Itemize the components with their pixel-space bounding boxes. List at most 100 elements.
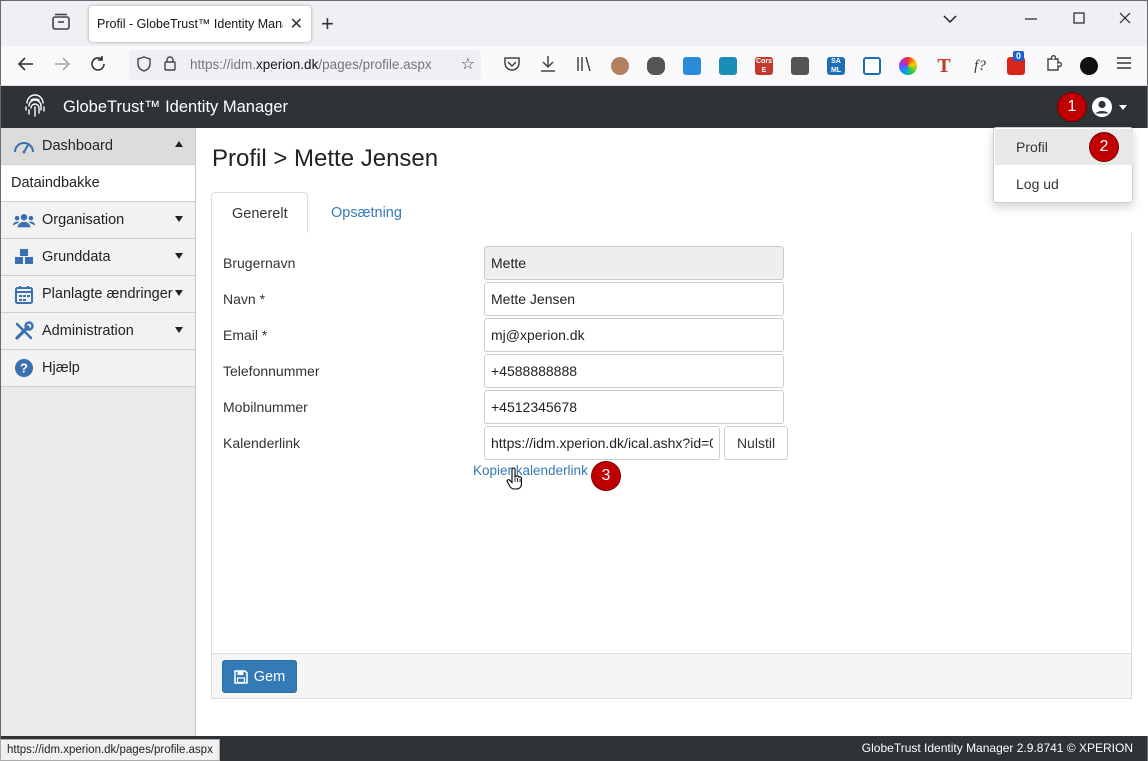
url-domain: xperion.dk bbox=[256, 57, 319, 72]
dns-extension-icon[interactable] bbox=[863, 57, 881, 75]
user-circle-icon bbox=[1092, 97, 1112, 117]
form-row-mobile: Mobilnummer bbox=[223, 390, 823, 424]
close-window-icon[interactable] bbox=[1119, 11, 1131, 29]
help-icon: ? bbox=[13, 358, 35, 378]
sidebar-item-label: Dashboard bbox=[42, 138, 113, 154]
form-footer: Gem bbox=[212, 653, 1131, 698]
profile-avatar-icon[interactable] bbox=[611, 57, 629, 75]
form-row-calendar: Kalenderlink Nulstil bbox=[223, 426, 823, 460]
reload-icon[interactable] bbox=[89, 55, 107, 78]
extension-badge-count: 0 bbox=[1013, 51, 1025, 61]
phone-field[interactable] bbox=[484, 354, 784, 388]
version-text: GlobeTrust Identity Manager 2.9.8741 © X… bbox=[861, 741, 1133, 755]
url-path: /pages/profile.aspx bbox=[318, 57, 432, 72]
app-title[interactable]: GlobeTrust™ Identity Manager bbox=[63, 98, 288, 117]
svg-text:?: ? bbox=[20, 361, 28, 376]
callout-badge-3: 3 bbox=[592, 462, 620, 490]
sidebar-item-hjaelp[interactable]: ? Hjælp bbox=[1, 350, 195, 387]
callout-badge-1: 1 bbox=[1058, 93, 1086, 121]
download-icon[interactable] bbox=[539, 55, 557, 78]
phone-label: Telefonnummer bbox=[223, 363, 320, 379]
cubes-icon bbox=[13, 247, 35, 267]
maximize-icon[interactable] bbox=[1073, 11, 1085, 29]
function-extension-icon[interactable]: f? bbox=[971, 57, 989, 75]
text-extension-icon[interactable]: T bbox=[935, 56, 953, 76]
calendar-link-label: Kalenderlink bbox=[223, 435, 301, 451]
mobile-label: Mobilnummer bbox=[223, 399, 308, 415]
shield-icon[interactable] bbox=[137, 56, 151, 75]
minimize-icon[interactable] bbox=[1025, 11, 1037, 29]
floppy-disk-icon bbox=[233, 669, 248, 684]
new-tab-icon[interactable]: + bbox=[321, 11, 334, 37]
sidebar-item-label: Dataindbakke bbox=[11, 175, 100, 191]
sidebar-item-label: Administration bbox=[42, 323, 134, 339]
email-field[interactable] bbox=[484, 318, 784, 352]
caret-down-icon bbox=[175, 216, 183, 222]
form-row-name: Navn * bbox=[223, 282, 823, 316]
sidebar-item-planlagte-aendringer[interactable]: Planlagte ændringer bbox=[1, 276, 195, 313]
caret-down-icon bbox=[175, 290, 183, 296]
library-icon[interactable] bbox=[575, 55, 595, 78]
ublock-icon[interactable] bbox=[791, 57, 809, 75]
mobile-field[interactable] bbox=[484, 390, 784, 424]
forward-icon[interactable] bbox=[53, 55, 71, 78]
hamburger-menu-icon[interactable] bbox=[1116, 55, 1132, 76]
browser-tab-title: Profil - GlobeTrust™ Identity Manag bbox=[97, 17, 283, 31]
username-field[interactable] bbox=[484, 246, 784, 280]
browser-toolbar: https://idm.xperion.dk/pages/profile.asp… bbox=[0, 46, 1148, 86]
name-field[interactable] bbox=[484, 282, 784, 316]
pocket-icon[interactable] bbox=[503, 55, 521, 78]
save-button[interactable]: Gem bbox=[222, 660, 297, 693]
saml-extension-icon[interactable]: SA ML bbox=[827, 57, 845, 75]
url-bar[interactable]: https://idm.xperion.dk/pages/profile.asp… bbox=[129, 50, 481, 80]
close-tab-icon[interactable]: ✕ bbox=[290, 14, 303, 34]
gauge-icon bbox=[13, 136, 35, 156]
browser-tab[interactable]: Profil - GlobeTrust™ Identity Manag ✕ bbox=[89, 6, 311, 42]
sidebar-item-label: Planlagte ændringer bbox=[42, 286, 173, 302]
turtle-extension-icon[interactable] bbox=[647, 57, 665, 75]
sidebar-item-grunddata[interactable]: Grunddata bbox=[1, 239, 195, 276]
chevron-down-icon[interactable] bbox=[943, 11, 957, 28]
back-icon[interactable] bbox=[17, 55, 35, 78]
browser-tab-bar: Profil - GlobeTrust™ Identity Manag ✕ + bbox=[0, 0, 1148, 46]
caret-up-icon bbox=[175, 141, 183, 147]
form-row-phone: Telefonnummer bbox=[223, 354, 823, 388]
hand-pointer-icon bbox=[506, 467, 522, 490]
tab-overview-icon[interactable] bbox=[51, 13, 73, 33]
url-prefix: https://idm. bbox=[190, 57, 257, 72]
form-row-username: Brugernavn bbox=[223, 246, 823, 280]
dark-extension-icon[interactable] bbox=[1080, 57, 1098, 75]
sidebar-item-label: Hjælp bbox=[42, 360, 80, 376]
form-row-email: Email * bbox=[223, 318, 823, 352]
sidebar-item-dataindbakke[interactable]: Dataindbakke bbox=[1, 165, 195, 202]
color-picker-icon[interactable] bbox=[899, 57, 917, 75]
profile-form-panel: Brugernavn Navn * Email * Telefonnummer … bbox=[211, 233, 1132, 699]
sync-extension-icon[interactable] bbox=[683, 57, 701, 75]
app-header: GlobeTrust™ Identity Manager bbox=[0, 86, 1148, 128]
sidebar: Dashboard Dataindbakke Organisation Grun… bbox=[0, 128, 196, 736]
calendar-link-field[interactable] bbox=[484, 426, 720, 460]
email-label: Email * bbox=[223, 327, 268, 343]
users-icon bbox=[13, 210, 35, 230]
sidebar-item-label: Grunddata bbox=[42, 249, 111, 265]
status-bar-url: https://idm.xperion.dk/pages/profile.asp… bbox=[0, 739, 220, 761]
sidebar-item-organisation[interactable]: Organisation bbox=[1, 202, 195, 239]
tools-icon bbox=[13, 321, 35, 341]
sidebar-item-dashboard[interactable]: Dashboard bbox=[1, 128, 195, 165]
user-menu-toggle[interactable] bbox=[1091, 96, 1131, 118]
extensions-puzzle-icon[interactable] bbox=[1044, 55, 1062, 78]
lock-icon[interactable] bbox=[163, 55, 177, 74]
bookmark-star-icon[interactable]: ☆ bbox=[461, 54, 475, 74]
fingerprint-logo-icon[interactable] bbox=[23, 94, 47, 120]
cors-extension-icon[interactable]: Cors E bbox=[755, 57, 773, 75]
tab-opsaetning[interactable]: Opsætning bbox=[311, 192, 422, 234]
caret-down-icon bbox=[1119, 104, 1127, 110]
reset-calendar-button[interactable]: Nulstil bbox=[724, 426, 788, 460]
copy-calendar-link[interactable]: Kopier kalenderlink bbox=[473, 463, 588, 478]
callout-badge-2: 2 bbox=[1090, 133, 1118, 161]
sidebar-item-administration[interactable]: Administration bbox=[1, 313, 195, 350]
menu-item-log-ud[interactable]: Log ud bbox=[995, 166, 1133, 202]
calendar-icon bbox=[13, 284, 35, 304]
save-extension-icon[interactable] bbox=[719, 57, 737, 75]
tab-generelt[interactable]: Generelt bbox=[211, 192, 308, 234]
